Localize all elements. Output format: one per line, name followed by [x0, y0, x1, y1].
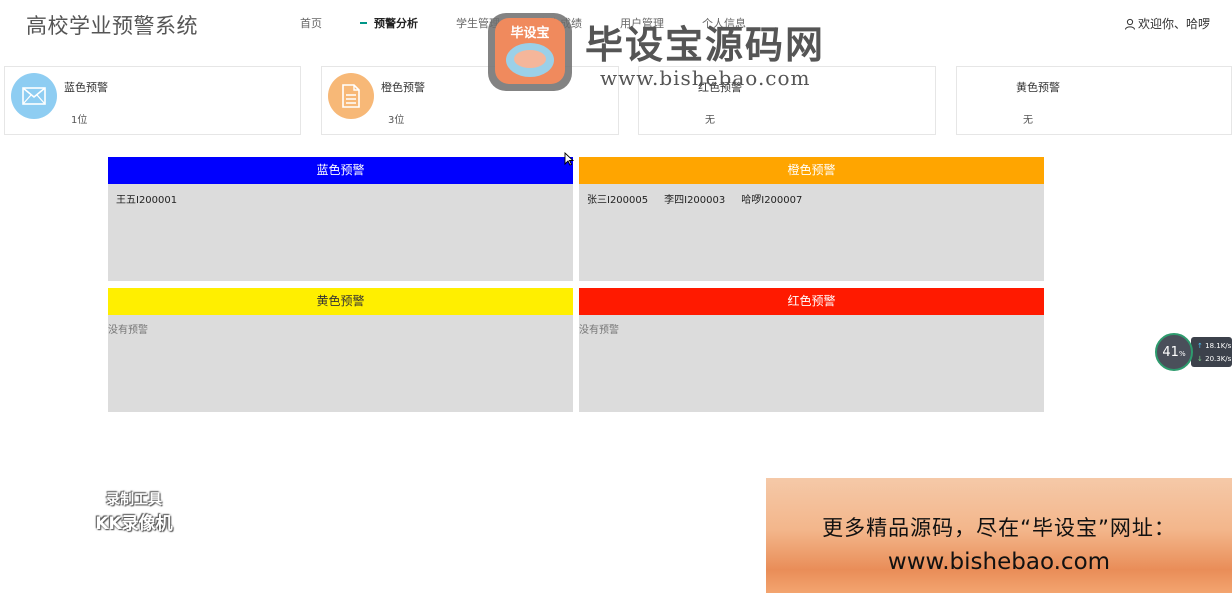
- upload-speed: 18.1: [1205, 342, 1221, 350]
- panel-header: 黄色预警: [108, 288, 573, 315]
- card-value: 无: [1023, 115, 1033, 126]
- user-menu[interactable]: 欢迎你、哈啰: [1124, 15, 1210, 32]
- panel-red-warning: 红色预警 没有预警: [579, 288, 1044, 412]
- student-entry: 王五I200001: [116, 195, 178, 206]
- nav-home[interactable]: 首页: [300, 15, 322, 31]
- recorder-line2: KK录像机: [95, 514, 173, 534]
- usage-percent-sign: %: [1178, 350, 1186, 358]
- student-list: 没有预警: [108, 315, 573, 412]
- panel-blue-warning: 蓝色预警 王五I200001: [108, 157, 573, 281]
- card-value: 无: [705, 115, 715, 126]
- mouse-cursor-icon: [564, 152, 574, 166]
- student-list: 没有预警: [579, 315, 1044, 412]
- student-entry: 哈啰I200007: [741, 195, 803, 206]
- card-title: 蓝色预警: [64, 81, 108, 94]
- promo-line2: www.bishebao.com: [887, 549, 1111, 575]
- student-list: 王五I200001: [108, 184, 573, 281]
- card-title: 橙色预警: [381, 81, 425, 94]
- card-blue-warning: 蓝色预警 1位: [4, 66, 301, 135]
- panel-yellow-warning: 黄色预警 没有预警: [108, 288, 573, 412]
- upload-arrow-icon: ↑: [1197, 342, 1203, 350]
- panel-orange-warning: 橙色预警 张三I200005 李四I200003 哈啰I200007: [579, 157, 1044, 281]
- student-entry: 张三I200005: [587, 195, 649, 206]
- document-icon: [328, 73, 374, 119]
- student-entry: 李四I200003: [664, 195, 726, 206]
- panel-header: 橙色预警: [579, 157, 1044, 184]
- download-speed: 20.3: [1205, 355, 1221, 363]
- panel-header: 蓝色预警: [108, 157, 573, 184]
- download-arrow-icon: ↓: [1197, 355, 1203, 363]
- user-welcome-label: 欢迎你、哈啰: [1137, 17, 1210, 31]
- card-title: 黄色预警: [1016, 81, 1060, 94]
- logo-text: 毕设宝: [510, 26, 550, 41]
- watermark-logo: 毕设宝: [485, 10, 575, 94]
- card-yellow-warning: 黄色预警 无: [956, 66, 1232, 135]
- student-list: 张三I200005 李四I200003 哈啰I200007: [579, 184, 1044, 281]
- empty-message: 没有预警: [579, 325, 619, 336]
- recorder-watermark: 录制工具 KK录像机: [84, 489, 184, 534]
- usage-percent: 41: [1162, 344, 1179, 360]
- network-speed-widget: ↑ 18.1K/s ↓ 20.3K/s 41%: [1155, 331, 1232, 371]
- mail-icon: [11, 73, 57, 119]
- nav-warning-analysis[interactable]: 预警分析: [360, 15, 418, 31]
- card-value: 1位: [71, 115, 88, 126]
- recorder-line1: 录制工具: [106, 492, 162, 508]
- speed-readout: ↑ 18.1K/s ↓ 20.3K/s: [1191, 337, 1232, 367]
- speed-unit: K/s: [1220, 342, 1232, 350]
- nav-label: 预警分析: [374, 17, 418, 30]
- watermark-brand-url: www.bishebao.com: [600, 66, 811, 90]
- speed-unit: K/s: [1220, 355, 1232, 363]
- promo-banner: 更多精品源码，尽在“毕设宝”网址： www.bishebao.com: [766, 478, 1232, 593]
- user-icon: [1124, 18, 1135, 30]
- cpu-usage-gauge[interactable]: 41%: [1155, 333, 1193, 371]
- promo-line1: 更多精品源码，尽在“毕设宝”网址：: [822, 516, 1176, 540]
- panel-header: 红色预警: [579, 288, 1044, 315]
- watermark-brand-name: 毕设宝源码网: [585, 23, 826, 67]
- active-indicator: [360, 22, 367, 24]
- nav-label: 首页: [300, 17, 322, 30]
- empty-message: 没有预警: [108, 325, 148, 336]
- card-value: 3位: [388, 115, 405, 126]
- app-title: 高校学业预警系统: [26, 14, 198, 38]
